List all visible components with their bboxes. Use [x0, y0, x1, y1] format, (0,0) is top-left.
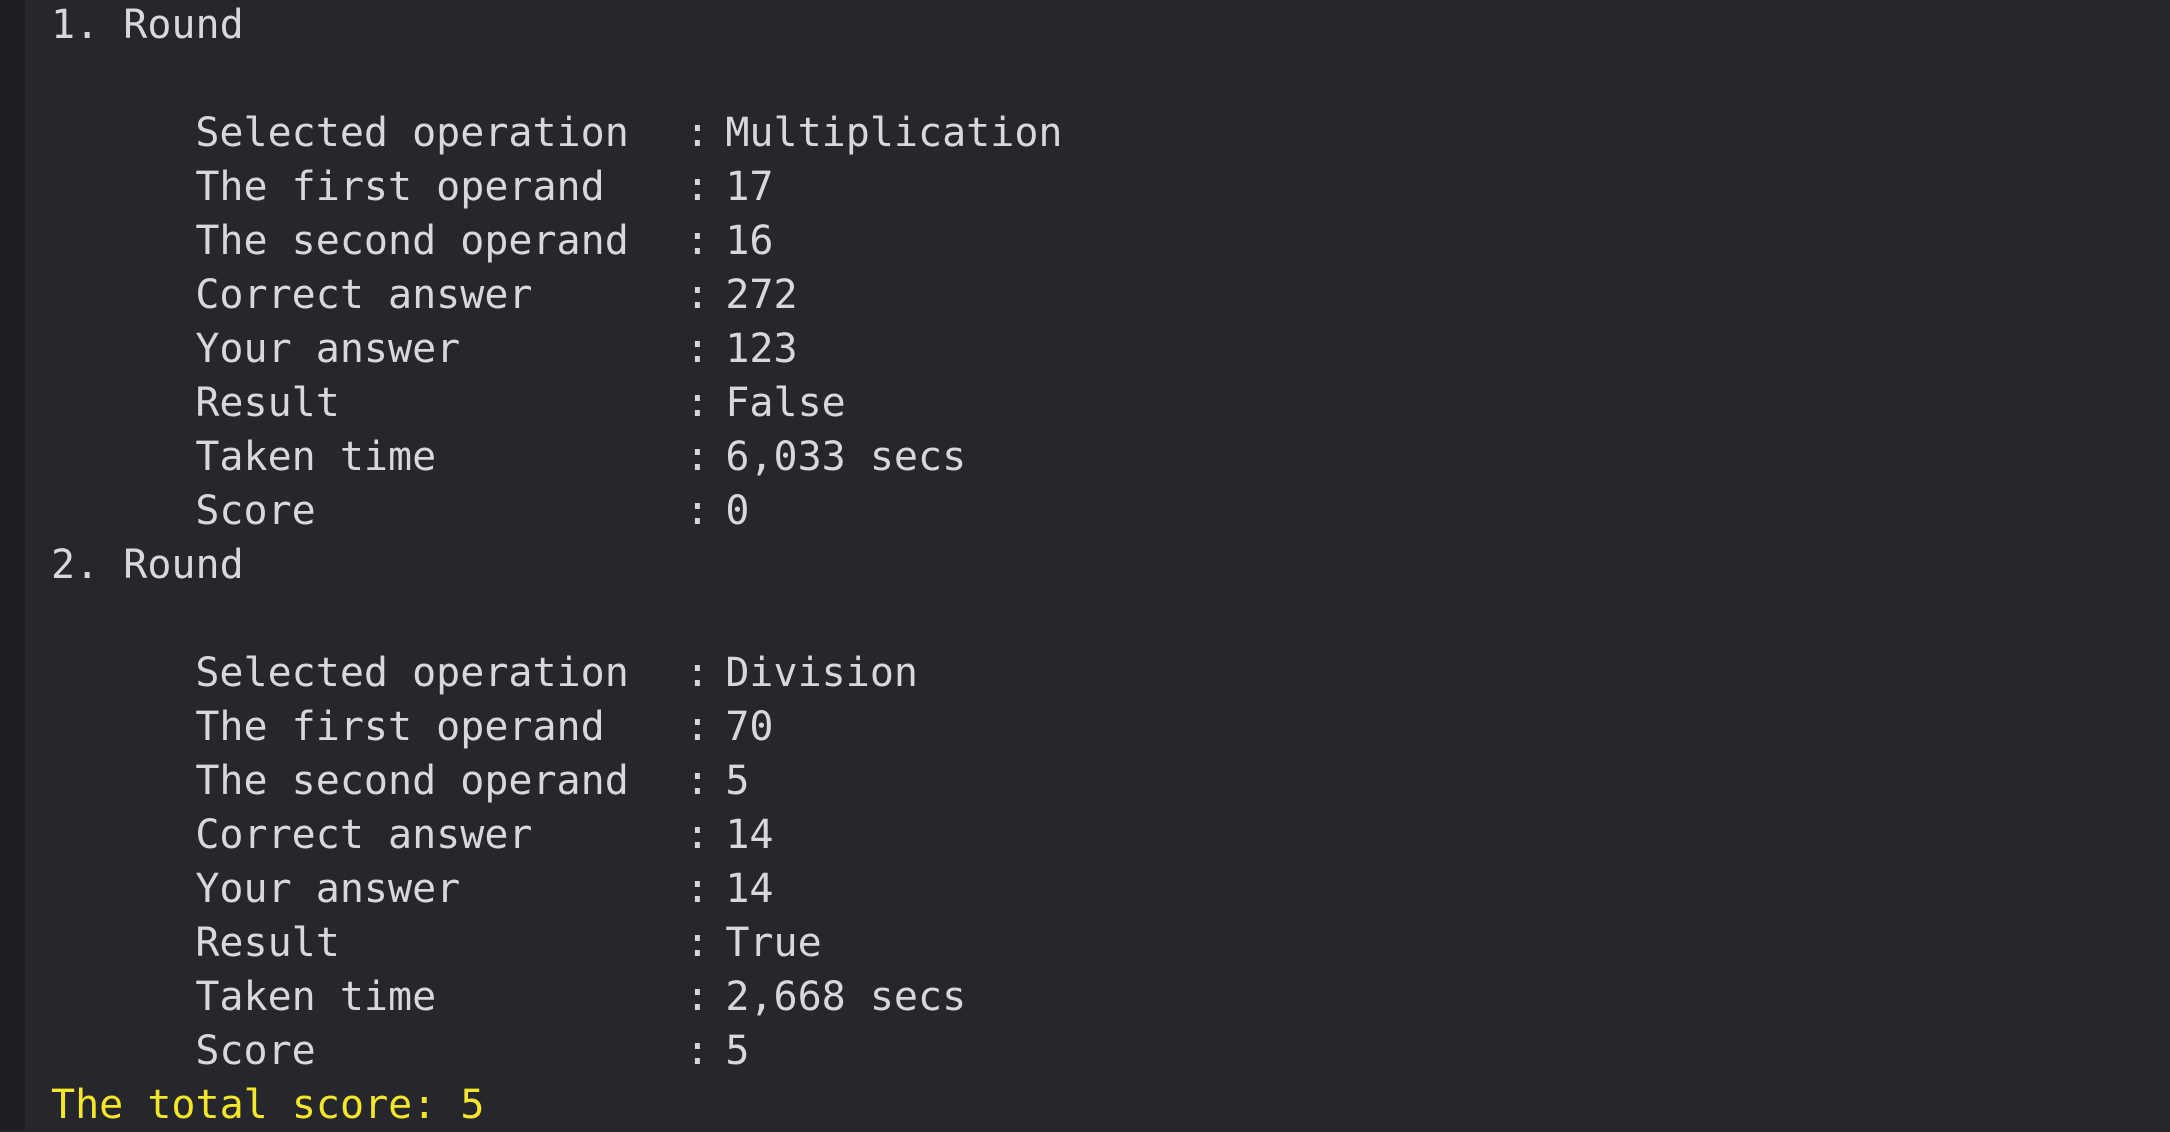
round-row-taken-time: Taken time:6,033 secs: [99, 376, 966, 480]
round-row-score: Score:0: [99, 430, 749, 534]
round-header: 1. Round: [51, 2, 244, 48]
round-row-score: Score:5: [99, 970, 749, 1074]
round-row-second-operand: The second operand:5: [99, 700, 749, 804]
editor-gutter: [0, 0, 25, 1130]
row-value: Multiplication: [725, 110, 1063, 156]
round-row-result: Result: True: [99, 862, 821, 966]
row-separator: :: [685, 488, 710, 534]
round-row-first-operand: The first operand:70: [99, 646, 773, 750]
round-header: 2. Round: [51, 542, 244, 588]
round-row-selected-operation: Selected operation: Multiplication: [99, 52, 1062, 156]
row-label: Score: [195, 488, 316, 534]
round-row-your-answer: Your answer:14: [99, 808, 773, 912]
round-row-second-operand: The second operand:16: [99, 160, 773, 264]
round-row-first-operand: The first operand:17: [99, 106, 773, 210]
console-output[interactable]: 1. Round Selected operation: Multiplicati…: [25, 0, 2170, 1130]
total-score-line: The total score: 5: [51, 1082, 485, 1128]
round-row-taken-time: Taken time:2,668 secs: [99, 916, 966, 1020]
row-separator: :: [685, 1028, 710, 1074]
round-row-correct-answer: Correct answer:272: [99, 214, 797, 318]
row-value: 0: [725, 488, 750, 534]
round-row-result: Result: False: [99, 322, 845, 426]
round-row-correct-answer: Correct answer:14: [99, 754, 773, 858]
row-value: 5: [725, 1028, 750, 1074]
round-row-selected-operation: Selected operation: Division: [99, 592, 918, 696]
row-value: 6,033 secs: [725, 434, 967, 480]
row-label: Score: [195, 1028, 316, 1074]
round-row-your-answer: Your answer:123: [99, 268, 797, 372]
row-value: 2,668 secs: [725, 974, 967, 1020]
